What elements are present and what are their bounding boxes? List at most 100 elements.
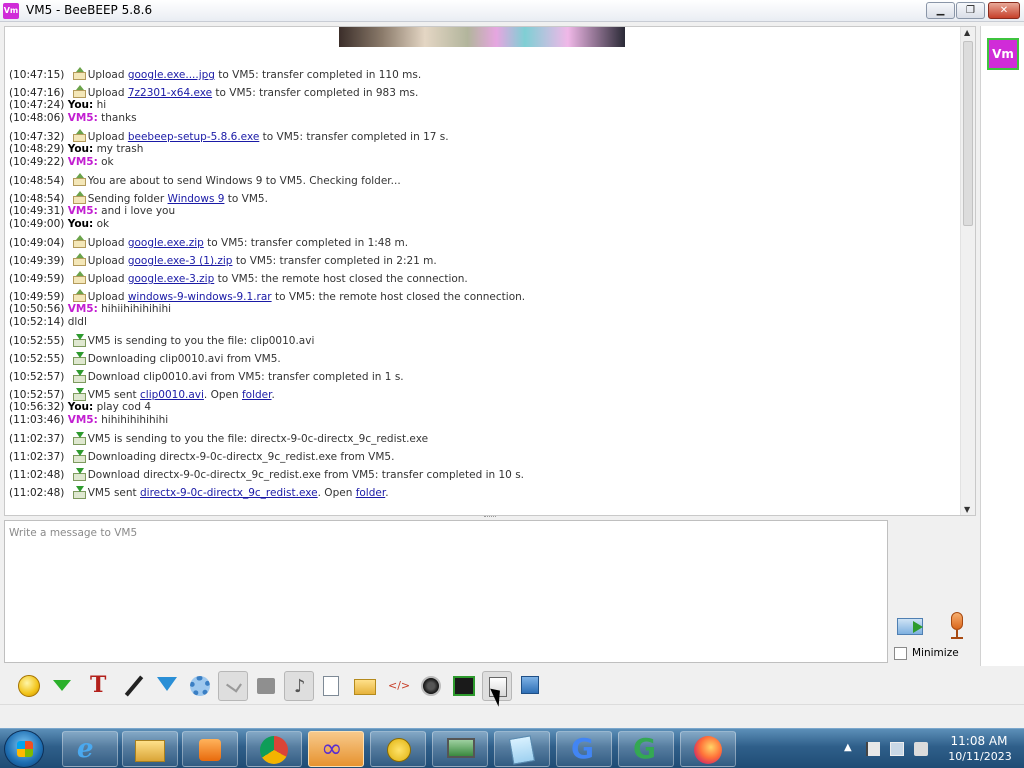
taskbar-beebeep[interactable] — [370, 731, 426, 767]
file-link[interactable]: google.exe-3.zip — [128, 273, 214, 285]
message-text: Upload — [87, 237, 128, 249]
taskbar-network[interactable] — [432, 731, 488, 767]
taskbar-google-2[interactable]: G — [618, 731, 674, 767]
music-note-button[interactable]: ♪ — [284, 671, 314, 701]
file-link[interactable]: windows-9-windows-9.1.rar — [128, 291, 272, 303]
message-timestamp: (10:47:16) — [9, 87, 65, 99]
font-button[interactable]: T — [86, 671, 116, 701]
html-code-button[interactable]: </> — [383, 671, 413, 701]
file-link[interactable]: google.exe....jpg — [128, 69, 215, 81]
save-chat-button[interactable] — [515, 671, 545, 701]
message-sender: You: — [67, 401, 94, 413]
message-timestamp: (10:49:22) — [9, 156, 65, 168]
taskbar-ie[interactable]: e — [62, 731, 118, 767]
ie-icon: e — [77, 734, 94, 764]
taskbar-infinity[interactable]: ∞ — [308, 731, 364, 767]
open-folder-link[interactable]: folder — [356, 487, 386, 499]
message-text: Download clip0010.avi from VM5: transfer… — [87, 371, 404, 383]
system-message: (11:02:37) Downloading directx-9-0c-dire… — [9, 450, 394, 463]
message-text: ok — [97, 156, 114, 168]
minimize-window-button[interactable]: ▁ — [926, 2, 955, 19]
message-input[interactable] — [4, 520, 888, 663]
scroll-up-icon[interactable]: ▲ — [964, 28, 970, 37]
file-link[interactable]: directx-9-0c-directx_9c_redist.exe — [140, 487, 318, 499]
message-timestamp: (10:49:04) — [9, 237, 65, 249]
volume-muted-icon[interactable] — [914, 742, 928, 756]
window-title: VM5 - BeeBEEP 5.8.6 — [26, 3, 153, 17]
status-bar — [0, 704, 1024, 728]
message-sender: VM5: — [67, 156, 98, 168]
file-link[interactable]: 7z2301-x64.exe — [128, 87, 212, 99]
file-link[interactable]: beebeep-setup-5.8.6.exe — [128, 131, 259, 143]
download-icon — [72, 334, 86, 347]
scroll-thumb[interactable] — [963, 41, 973, 226]
clock-time[interactable]: 11:08 AM — [944, 734, 1014, 748]
system-message: (10:47:15) Upload google.exe....jpg to V… — [9, 67, 421, 81]
taskbar-firefox[interactable] — [680, 731, 736, 767]
send-folder-button[interactable] — [350, 671, 380, 701]
open-folder-link[interactable]: folder — [242, 389, 272, 401]
spell-check-button[interactable] — [218, 671, 248, 701]
message-sender: You: — [67, 99, 94, 111]
download-icon — [72, 388, 86, 401]
terminal-button[interactable] — [449, 671, 479, 701]
download-icon — [72, 352, 86, 365]
message-sender: VM5: — [67, 205, 98, 217]
screenshot-button[interactable] — [416, 671, 446, 701]
terminal-icon — [453, 676, 475, 696]
chat-scrollbar[interactable]: ▲ ▼ — [960, 27, 975, 515]
minimize-label: Minimize — [912, 647, 959, 659]
file-link[interactable]: Windows 9 — [168, 193, 225, 205]
clock-date[interactable]: 10/11/2023 — [940, 750, 1020, 763]
title-bar[interactable]: Vm VM5 - BeeBEEP 5.8.6 ▁ ❐ ✕ — [0, 0, 1024, 22]
settings-button[interactable] — [185, 671, 215, 701]
message-timestamp: (10:48:54) — [9, 175, 65, 187]
message-text: hihiihihihihihi — [97, 303, 172, 315]
file-link[interactable]: clip0010.avi — [140, 389, 204, 401]
taskbar-explorer[interactable] — [122, 731, 178, 767]
message-text: Downloading clip0010.avi from VM5. — [87, 353, 281, 365]
avatar[interactable]: Vm — [987, 38, 1019, 70]
chat-message: (10:49:22) VM5: ok — [9, 156, 114, 169]
send-file-button[interactable] — [317, 671, 347, 701]
splitter-handle[interactable] — [484, 516, 496, 519]
download-icon — [72, 370, 86, 383]
taskbar-google-1[interactable]: G — [556, 731, 612, 767]
spell-check-icon — [226, 677, 242, 693]
system-message: (10:49:39) Upload google.exe-3 (1).zip t… — [9, 253, 437, 267]
google-icon: G — [571, 732, 594, 765]
emoticons-button[interactable] — [14, 671, 44, 701]
chat-history[interactable]: (10:47:15) Upload google.exe....jpg to V… — [4, 26, 976, 516]
infinity-icon: ∞ — [321, 734, 343, 764]
message-text: thanks — [97, 112, 137, 124]
maximize-window-button[interactable]: ❐ — [956, 2, 985, 19]
minimize-checkbox[interactable] — [894, 647, 907, 660]
windows-taskbar: e ∞ G G ▲ 11:08 AM 10/11/2023 — [0, 728, 1024, 768]
taskbar-notepad[interactable] — [494, 731, 550, 767]
message-text: VM5 is sending to you the file: clip0010… — [87, 335, 315, 347]
file-link[interactable]: google.exe-3 (1).zip — [128, 255, 233, 267]
system-message: (10:52:57) Download clip0010.avi from VM… — [9, 370, 404, 383]
file-link[interactable]: google.exe.zip — [128, 237, 204, 249]
show-hidden-icon[interactable]: ▲ — [844, 742, 858, 756]
shared-image-preview[interactable] — [339, 27, 625, 47]
system-tray: ▲ 11:08 AM 10/11/2023 — [842, 729, 1022, 768]
color-picker-button[interactable] — [119, 671, 149, 701]
chat-green-button[interactable] — [47, 671, 77, 701]
filter-button[interactable] — [152, 671, 182, 701]
taskbar-media-player[interactable] — [182, 731, 238, 767]
close-window-button[interactable]: ✕ — [988, 2, 1020, 19]
font-size-button[interactable] — [251, 671, 281, 701]
message-text: . — [385, 487, 389, 499]
network-tray-icon[interactable] — [890, 742, 904, 756]
start-button[interactable] — [4, 730, 44, 768]
scroll-down-icon[interactable]: ▼ — [964, 505, 970, 514]
notepad-icon — [508, 735, 536, 765]
message-text: to VM5. — [224, 193, 268, 205]
beebeep-icon — [387, 738, 411, 762]
record-voice-button[interactable] — [946, 610, 968, 642]
flag-icon[interactable] — [866, 742, 880, 756]
taskbar-chrome[interactable] — [246, 731, 302, 767]
system-message: (11:02:48) VM5 sent directx-9-0c-directx… — [9, 486, 389, 499]
send-message-button[interactable] — [895, 612, 929, 640]
